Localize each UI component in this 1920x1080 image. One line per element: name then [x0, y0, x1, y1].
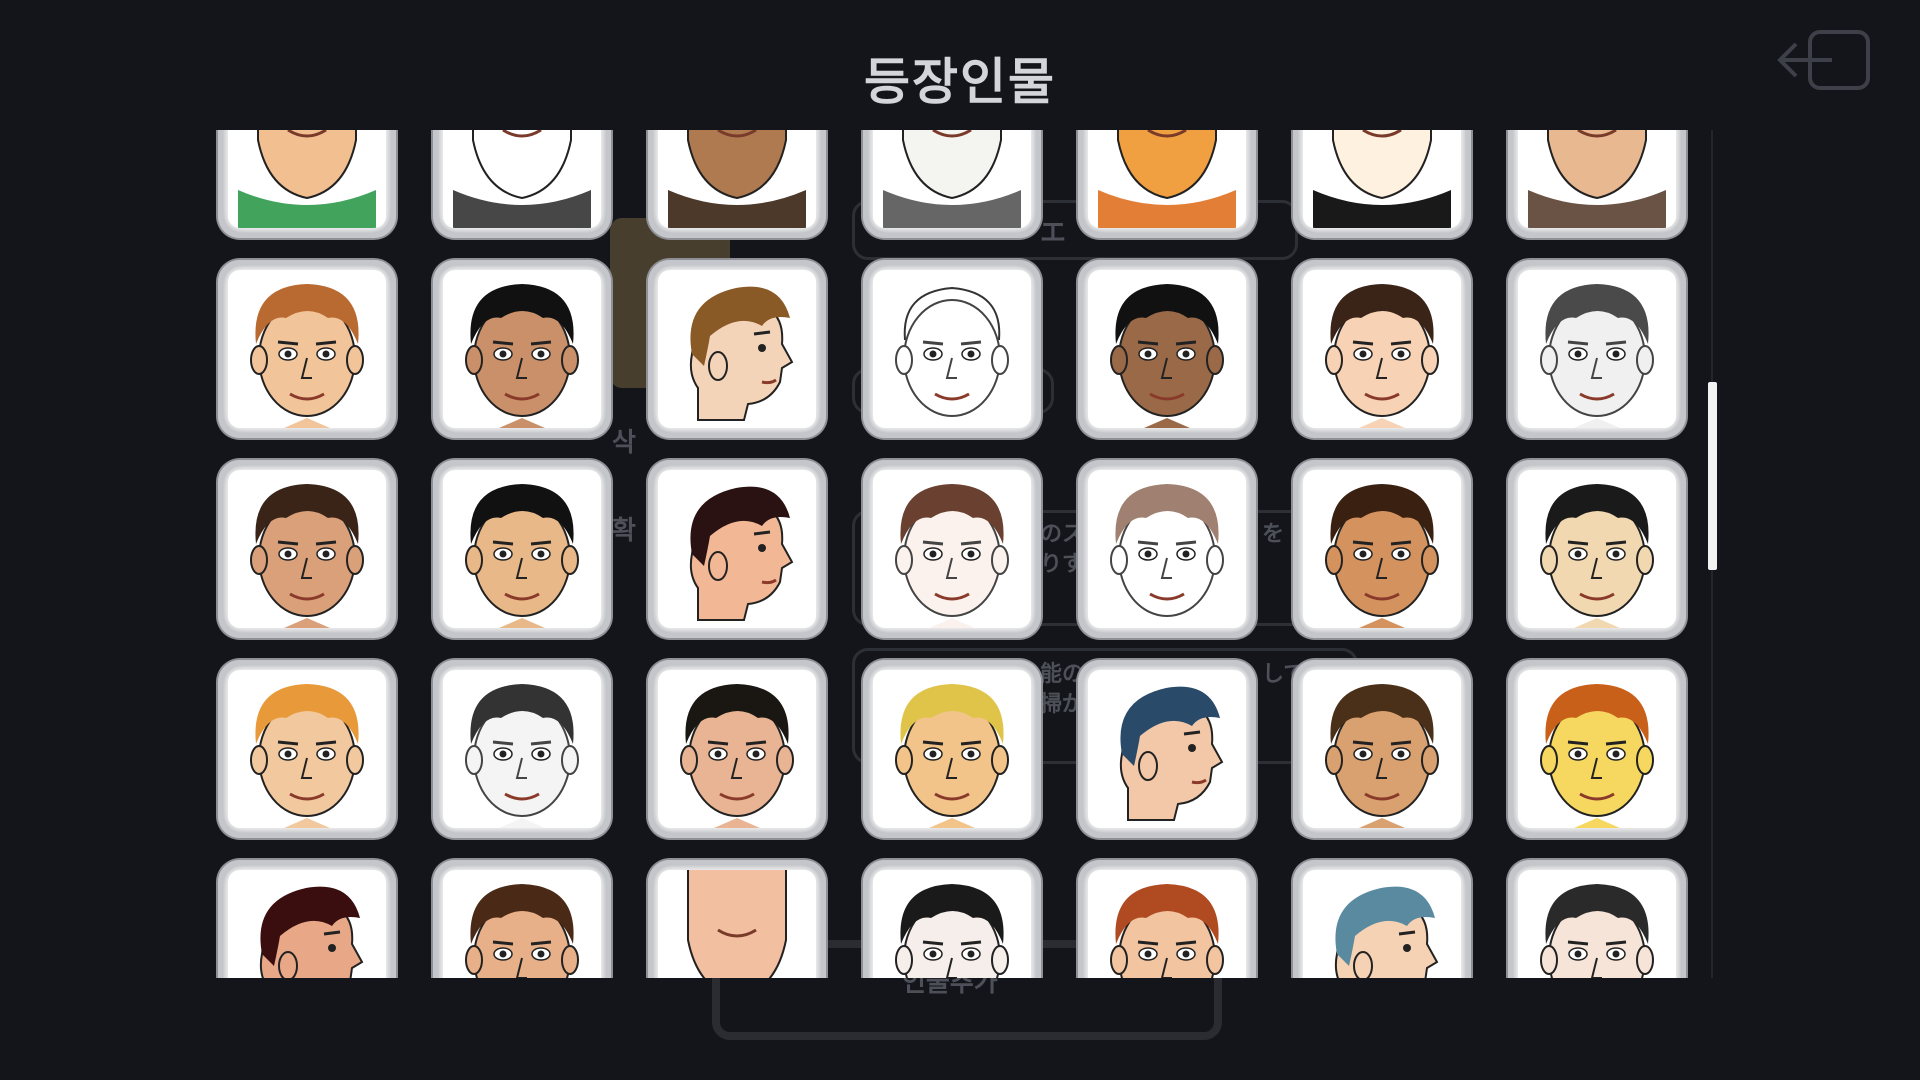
- character-tile[interactable]: [1078, 260, 1256, 438]
- character-tile[interactable]: [1508, 660, 1686, 838]
- character-tile[interactable]: [863, 260, 1041, 438]
- character-tile[interactable]: [218, 660, 396, 838]
- portrait-smiling-redhead: [228, 270, 386, 428]
- portrait-faint-sketch: [1088, 470, 1246, 628]
- character-tile[interactable]: [218, 260, 396, 438]
- page-title: 등장인물: [864, 53, 1056, 111]
- portrait-mustache-man: [443, 470, 601, 628]
- character-tile[interactable]: [433, 130, 611, 238]
- character-tile[interactable]: [863, 860, 1041, 978]
- portrait-blond-buzz: [228, 670, 386, 828]
- portrait-long-face: [1518, 470, 1676, 628]
- character-tile[interactable]: [1508, 460, 1686, 638]
- character-tile[interactable]: [1508, 260, 1686, 438]
- portrait-side-profile: [658, 270, 816, 428]
- character-tile[interactable]: [863, 660, 1041, 838]
- portrait-goatee-cartoon: [443, 870, 601, 978]
- character-tile[interactable]: [1508, 860, 1686, 978]
- character-tile[interactable]: [1293, 660, 1471, 838]
- portrait-bearded-chin: [1518, 130, 1676, 228]
- portrait-grey-sketch: [1518, 270, 1676, 428]
- character-tile[interactable]: [433, 460, 611, 638]
- portrait-pompadour-profile: [658, 470, 816, 628]
- portrait-yellow-face: [1518, 670, 1676, 828]
- exit-door-arrow-icon: [1777, 30, 1870, 90]
- portrait-sketch-1: [443, 130, 601, 228]
- character-tile[interactable]: [218, 860, 396, 978]
- portrait-buck-teeth: [1088, 870, 1246, 978]
- character-tile[interactable]: [648, 860, 826, 978]
- portrait-rosy-profile: [228, 870, 386, 978]
- exit-button[interactable]: [1776, 28, 1880, 94]
- portrait-sketch-2: [873, 130, 1031, 228]
- character-tile[interactable]: [648, 460, 826, 638]
- character-tile[interactable]: [433, 260, 611, 438]
- character-tile[interactable]: [433, 660, 611, 838]
- character-tile[interactable]: [1293, 460, 1471, 638]
- character-tile[interactable]: [218, 460, 396, 638]
- portrait-dark-skinned-man: [1088, 270, 1246, 428]
- portrait-blue-quiff: [1088, 670, 1246, 828]
- character-tile[interactable]: [1078, 130, 1256, 238]
- portrait-cropped-face: [658, 870, 816, 978]
- character-tile[interactable]: [1508, 130, 1686, 238]
- portrait-stern-man: [1303, 670, 1461, 828]
- portrait-blond-toothy: [873, 670, 1031, 828]
- portrait-slick-hair: [1518, 870, 1676, 978]
- character-tile[interactable]: [1293, 860, 1471, 978]
- portrait-worried-boy: [228, 470, 386, 628]
- portrait-goatee-sketch: [873, 470, 1031, 628]
- scrollbar-thumb[interactable]: [1708, 382, 1717, 570]
- portrait-blue-eyed-grin: [443, 270, 601, 428]
- portrait-orange-cartoon: [1088, 130, 1246, 228]
- portrait-laughing-blue-hair: [1303, 870, 1461, 978]
- character-tile[interactable]: [648, 660, 826, 838]
- character-tile[interactable]: [863, 460, 1041, 638]
- character-grid-viewport[interactable]: [214, 130, 1698, 978]
- character-tile[interactable]: [1293, 130, 1471, 238]
- portrait-young-man: [658, 670, 816, 828]
- character-tile[interactable]: [863, 130, 1041, 238]
- character-tile[interactable]: [1078, 860, 1256, 978]
- portrait-bowl-cut: [1303, 270, 1461, 428]
- character-tile[interactable]: [648, 130, 826, 238]
- character-tile[interactable]: [1078, 460, 1256, 638]
- character-tile[interactable]: [1293, 260, 1471, 438]
- portrait-crewcut-sketch: [873, 870, 1031, 978]
- portrait-chin-sketch: [1303, 130, 1461, 228]
- character-tile[interactable]: [218, 130, 396, 238]
- character-tile[interactable]: [433, 860, 611, 978]
- character-tile[interactable]: [1078, 660, 1256, 838]
- character-tile[interactable]: [648, 260, 826, 438]
- portrait-angry-man: [1303, 470, 1461, 628]
- portrait-line-drawing: [873, 270, 1031, 428]
- portrait-green-shirt: [228, 130, 386, 228]
- portrait-old-man-sketch: [443, 670, 601, 828]
- portrait-tan-chin: [658, 130, 816, 228]
